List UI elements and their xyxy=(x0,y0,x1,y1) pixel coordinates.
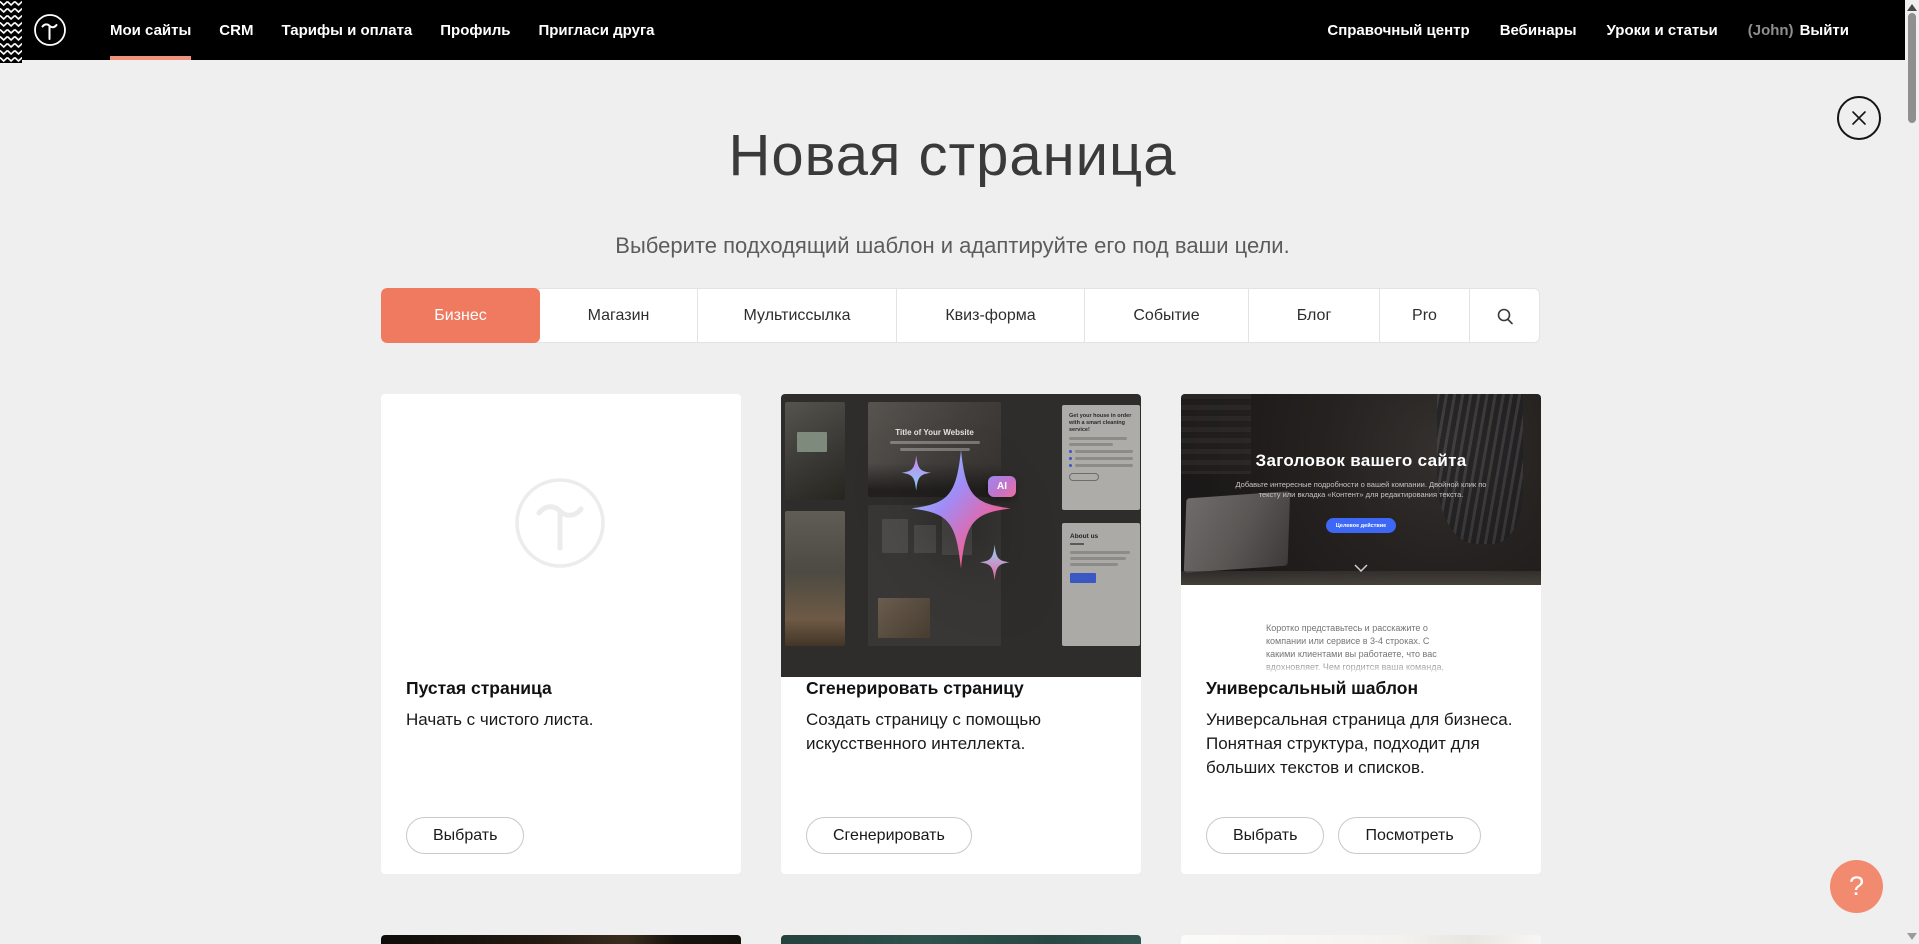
tab-event[interactable]: Событие xyxy=(1085,288,1249,343)
text-line-placeholder xyxy=(1070,551,1130,554)
template-card-universal[interactable]: Заголовок вашего сайта Добавьте интересн… xyxy=(1181,394,1541,874)
bullet-row xyxy=(1069,464,1133,467)
new-page-dialog: Мои сайты CRM Тарифы и оплата Профиль Пр… xyxy=(0,0,1919,944)
text-line-placeholder xyxy=(1075,464,1133,467)
search-tab[interactable] xyxy=(1470,288,1539,343)
search-icon xyxy=(1496,307,1514,325)
preview-cta-button: Целевое действие xyxy=(1326,518,1396,533)
page-subtitle: Выберите подходящий шаблон и адаптируйте… xyxy=(0,233,1905,259)
nav-user-logout[interactable]: (John) Выйти xyxy=(1748,0,1849,60)
tab-pro[interactable]: Pro xyxy=(1380,288,1470,343)
card-description: Создать страницу с помощью искусственног… xyxy=(806,708,1116,756)
page-title: Новая страница xyxy=(0,122,1905,189)
nav-item-help-center[interactable]: Справочный центр xyxy=(1327,0,1469,60)
nav-item-my-sites[interactable]: Мои сайты xyxy=(110,0,191,60)
card-actions: Выбрать xyxy=(406,817,524,854)
user-name: (John) xyxy=(1748,22,1794,39)
tilda-logo[interactable] xyxy=(33,13,67,47)
collage-cleaning-heading: Get your house in order with a smart cle… xyxy=(1069,413,1133,434)
select-button[interactable]: Выбрать xyxy=(406,817,524,854)
text-line-placeholder xyxy=(890,441,980,444)
ai-badge: AI xyxy=(988,476,1016,497)
text-line-placeholder xyxy=(1075,457,1133,460)
scrollbar-down-arrow[interactable] xyxy=(1907,933,1917,940)
nav-item-pricing[interactable]: Тарифы и оплата xyxy=(281,0,412,60)
collage-about-heading: About us xyxy=(1070,533,1132,540)
text-line-placeholder xyxy=(1070,557,1126,560)
generate-preview-collage: Title of Your Website Get your house in … xyxy=(781,394,1141,677)
zigzag-pattern xyxy=(0,0,22,63)
button-placeholder xyxy=(1069,473,1099,481)
bullet-dot xyxy=(1069,450,1072,453)
template-card-generate[interactable]: Title of Your Website Get your house in … xyxy=(781,394,1141,874)
generate-button[interactable]: Сгенерировать xyxy=(806,817,972,854)
template-card-partial-3[interactable] xyxy=(1181,935,1541,944)
preview-button[interactable]: Посмотреть xyxy=(1338,817,1480,854)
card-actions: Сгенерировать xyxy=(806,817,972,854)
card-title: Пустая страница xyxy=(406,678,716,699)
card-title: Сгенерировать страницу xyxy=(806,678,1116,699)
tilda-watermark-icon xyxy=(513,476,607,570)
nav-item-crm[interactable]: CRM xyxy=(219,0,253,60)
text-line-placeholder xyxy=(1070,563,1118,566)
ai-sparkle-icon xyxy=(881,446,1041,606)
collage-hero-title: Title of Your Website xyxy=(868,428,1001,437)
tab-blog[interactable]: Блог xyxy=(1249,288,1380,343)
template-category-tabs: Бизнес Магазин Мультиссылка Квиз-форма С… xyxy=(381,288,1540,343)
template-card-blank[interactable]: Пустая страница Начать с чистого листа. … xyxy=(381,394,741,874)
nav-item-lessons[interactable]: Уроки и статьи xyxy=(1607,0,1718,60)
text-line-placeholder xyxy=(1075,450,1133,453)
collage-tile-about: About us xyxy=(1062,523,1140,646)
bullet-dot xyxy=(1069,457,1072,460)
card-title: Универсальный шаблон xyxy=(1206,678,1516,699)
bullet-dot xyxy=(1069,464,1072,467)
preview-body-text: Коротко представьтесь и расскажите о ком… xyxy=(1266,622,1458,678)
text-line-placeholder xyxy=(1069,443,1113,446)
scrollbar-up-arrow[interactable] xyxy=(1907,4,1917,11)
card-description: Универсальная страница для бизнеса. Поня… xyxy=(1206,708,1516,780)
nav-right-menu: Справочный центр Вебинары Уроки и статьи… xyxy=(1327,0,1849,60)
scrollbar-thumb[interactable] xyxy=(1908,13,1916,123)
scrollbar[interactable] xyxy=(1905,0,1919,944)
template-card-partial-1[interactable] xyxy=(381,935,741,944)
tab-shop[interactable]: Магазин xyxy=(540,288,698,343)
monitor-placeholder xyxy=(797,432,827,452)
bullet-row xyxy=(1069,450,1133,453)
template-cards-row: Пустая страница Начать с чистого листа. … xyxy=(381,394,1541,874)
top-navbar: Мои сайты CRM Тарифы и оплата Профиль Пр… xyxy=(0,0,1905,60)
preview-hero-subtitle: Добавьте интересные подробности о вашей … xyxy=(1226,480,1496,500)
card-actions: Выбрать Посмотреть xyxy=(1206,817,1481,854)
nav-left-menu: Мои сайты CRM Тарифы и оплата Профиль Пр… xyxy=(110,0,655,60)
nav-item-profile[interactable]: Профиль xyxy=(440,0,510,60)
text-line-placeholder xyxy=(1069,437,1127,440)
preview-hero-title: Заголовок вашего сайта xyxy=(1181,451,1541,471)
tab-business[interactable]: Бизнес xyxy=(381,288,540,343)
button-placeholder xyxy=(1070,573,1096,583)
collage-tile-cleaning: Get your house in order with a smart cle… xyxy=(1062,405,1140,510)
card-description: Начать с чистого листа. xyxy=(406,708,716,732)
collage-tile-livingroom xyxy=(785,511,845,646)
select-button[interactable]: Выбрать xyxy=(1206,817,1324,854)
logout-link[interactable]: Выйти xyxy=(1800,22,1849,39)
nav-item-invite-friend[interactable]: Пригласи друга xyxy=(538,0,654,60)
collage-tile-office xyxy=(785,402,845,500)
nav-item-webinars[interactable]: Вебинары xyxy=(1500,0,1577,60)
universal-preview-hero: Заголовок вашего сайта Добавьте интересн… xyxy=(1181,394,1541,585)
help-button[interactable]: ? xyxy=(1830,860,1883,913)
template-cards-row-2 xyxy=(381,935,1541,944)
template-card-partial-2[interactable] xyxy=(781,935,1141,944)
bullet-row xyxy=(1069,457,1133,460)
heading-underline xyxy=(1070,543,1084,545)
chevron-down-icon xyxy=(1354,564,1368,572)
tab-quiz-form[interactable]: Квиз-форма xyxy=(897,288,1085,343)
tab-multilink[interactable]: Мультиссылка xyxy=(698,288,897,343)
